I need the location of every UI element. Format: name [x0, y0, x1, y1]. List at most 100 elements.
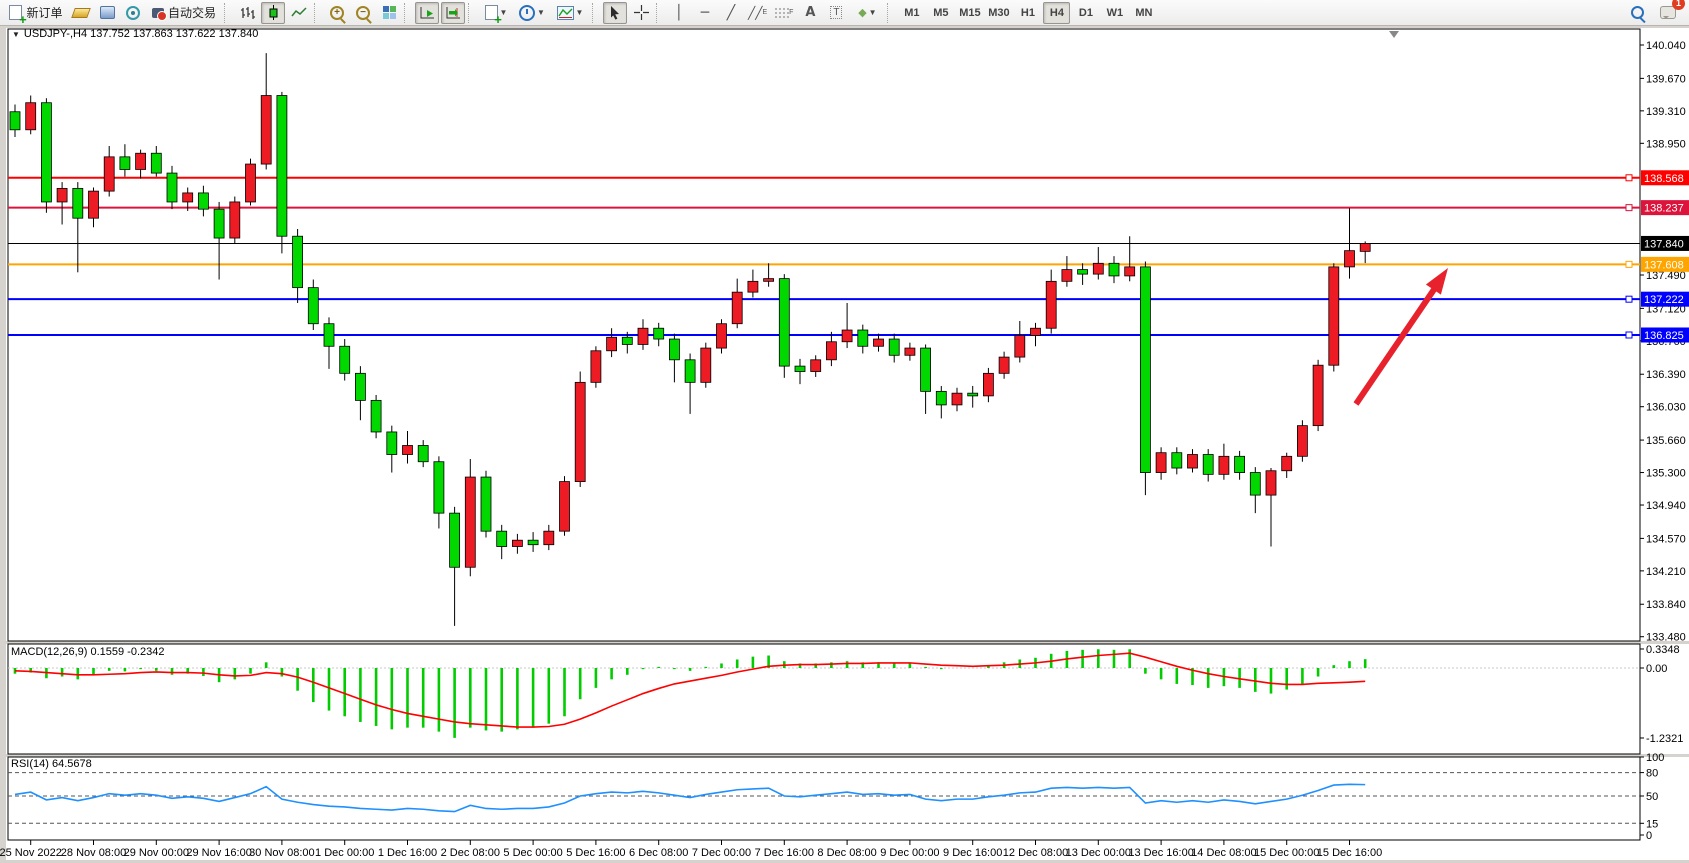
candle: [1015, 335, 1025, 357]
line-endpoint-marker[interactable]: [1626, 296, 1632, 302]
candle: [717, 324, 727, 348]
vertical-line-button[interactable]: │: [667, 2, 691, 24]
time-axis-label: 29 Nov 16:00: [186, 847, 251, 859]
bar-chart-button[interactable]: [235, 2, 259, 24]
candle: [403, 445, 413, 454]
line-endpoint-marker[interactable]: [1626, 205, 1632, 211]
candle: [183, 193, 193, 202]
zoom-in-button[interactable]: +: [325, 2, 349, 24]
crosshair-button[interactable]: [629, 2, 653, 24]
candle: [842, 330, 852, 342]
candle: [1203, 455, 1213, 475]
fibonacci-button[interactable]: F: [772, 2, 796, 24]
signals-button[interactable]: [121, 2, 145, 24]
rsi-axis-label: 0: [1646, 830, 1652, 842]
candle: [481, 477, 491, 531]
crosshair-icon: [634, 5, 649, 20]
time-axis-label: 13 Dec 16:00: [1128, 847, 1193, 859]
candle: [905, 348, 915, 355]
toolbar-separator: [314, 3, 322, 23]
macd-axis-label: -1.2321: [1646, 733, 1683, 745]
timeframe-button-M15[interactable]: M15: [956, 2, 983, 24]
chart-canvas[interactable]: 140.040139.670139.310138.950137.490137.1…: [0, 26, 1689, 863]
candle: [418, 445, 428, 461]
time-axis-label: 7 Dec 16:00: [755, 847, 814, 859]
rsi-indicator-label: RSI(14) 64.5678: [11, 758, 92, 770]
auto-trading-button[interactable]: 自动交易: [147, 2, 221, 24]
candlestick-icon: [267, 5, 280, 20]
horizontal-line-button[interactable]: ─: [693, 2, 717, 24]
timeframe-button-H4[interactable]: H4: [1043, 2, 1070, 24]
candle: [1345, 251, 1355, 267]
timeframe-button-MN[interactable]: MN: [1130, 2, 1157, 24]
new-chart-button[interactable]: +▼: [479, 2, 513, 24]
timeframe-button-H1[interactable]: H1: [1014, 2, 1041, 24]
text-label-button[interactable]: T: [824, 2, 848, 24]
time-axis-label: 12 Dec 08:00: [1003, 847, 1068, 859]
timeframe-button-D1[interactable]: D1: [1072, 2, 1099, 24]
candle: [450, 513, 460, 567]
candle: [826, 342, 836, 360]
auto-scroll-button[interactable]: [415, 2, 439, 24]
timeframe-button-M1[interactable]: M1: [898, 2, 925, 24]
price-axis-label: 135.660: [1646, 435, 1686, 447]
timeframe-button-M30[interactable]: M30: [985, 2, 1012, 24]
candle: [41, 103, 51, 202]
candle: [1188, 455, 1198, 469]
time-axis-label: 28 Nov 08:00: [61, 847, 126, 859]
period-button[interactable]: ▼: [515, 2, 549, 24]
channel-button[interactable]: ╱╱E: [745, 2, 770, 24]
timeframe-button-W1[interactable]: W1: [1101, 2, 1128, 24]
shapes-button[interactable]: ◆▼: [850, 2, 884, 24]
price-axis-label: 136.390: [1646, 369, 1686, 381]
candlestick-chart-button[interactable]: [261, 2, 285, 24]
text-label-icon: T: [830, 6, 842, 19]
new-order-label: 新订单: [26, 4, 62, 21]
candle: [120, 157, 130, 170]
cursor-button[interactable]: [603, 2, 627, 24]
candle: [246, 164, 256, 202]
zoom-in-icon: +: [330, 6, 344, 20]
time-axis-label: 7 Dec 00:00: [692, 847, 751, 859]
notifications-button[interactable]: 1: [1656, 2, 1680, 24]
line-endpoint-marker[interactable]: [1626, 261, 1632, 267]
candle: [764, 279, 774, 282]
navigator-button[interactable]: [95, 2, 119, 24]
candle: [591, 351, 601, 383]
rsi-axis-label: 15: [1646, 818, 1658, 830]
toolbar-separator: [656, 3, 664, 23]
candle: [1282, 456, 1292, 470]
price-axis-label: 139.310: [1646, 106, 1686, 118]
line-chart-button[interactable]: [287, 2, 311, 24]
search-button[interactable]: [1625, 2, 1649, 24]
market-watch-icon: [71, 8, 91, 18]
candle: [10, 112, 20, 130]
timeframe-button-M5[interactable]: M5: [927, 2, 954, 24]
candle: [607, 337, 617, 351]
toolbar-separator: [404, 3, 412, 23]
chart-shift-button[interactable]: [441, 2, 465, 24]
candle: [1219, 456, 1229, 474]
candle: [1360, 243, 1370, 251]
time-axis-label: 9 Dec 00:00: [880, 847, 939, 859]
line-endpoint-marker[interactable]: [1626, 332, 1632, 338]
text-button[interactable]: A: [798, 2, 822, 24]
candle: [1313, 365, 1323, 425]
shapes-icon: ◆: [858, 6, 866, 19]
indicators-button[interactable]: ▼: [551, 2, 589, 24]
new-order-button[interactable]: + 新订单: [5, 2, 67, 24]
candle: [669, 339, 679, 360]
time-axis-label: 15 Dec 16:00: [1317, 847, 1382, 859]
horizontal-line-icon: ─: [701, 5, 709, 21]
trendline-button[interactable]: ╱: [719, 2, 743, 24]
symbol-dropdown-icon[interactable]: ▼: [12, 30, 20, 39]
line-endpoint-marker[interactable]: [1626, 175, 1632, 181]
symbol-title[interactable]: ▼USDJPY-,H4 137.752 137.863 137.622 137.…: [12, 28, 258, 40]
market-watch-button[interactable]: [69, 2, 93, 24]
tile-windows-button[interactable]: [377, 2, 401, 24]
candle: [57, 188, 67, 202]
toolbar-separator: [468, 3, 476, 23]
zoom-out-button[interactable]: −: [351, 2, 375, 24]
candle: [136, 153, 146, 169]
rsi-axis-label: 80: [1646, 768, 1658, 780]
